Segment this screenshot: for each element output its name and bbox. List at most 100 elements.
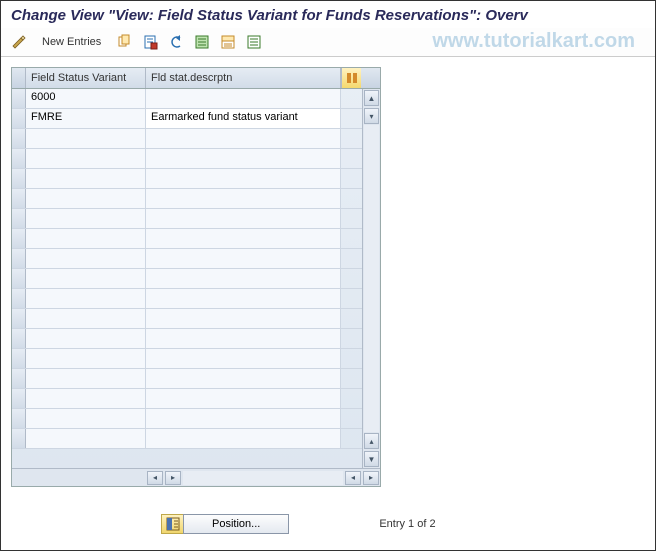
cell-desc[interactable]: [146, 429, 341, 448]
table-row[interactable]: [12, 389, 362, 409]
table-row[interactable]: [12, 269, 362, 289]
cell-variant[interactable]: [26, 129, 146, 148]
scroll-track[interactable]: [364, 125, 379, 432]
table-row[interactable]: [12, 149, 362, 169]
row-selector[interactable]: [12, 149, 26, 168]
table-row[interactable]: [12, 349, 362, 369]
cell-variant[interactable]: FMRE: [26, 109, 146, 128]
position-button[interactable]: Position...: [183, 514, 289, 534]
table-row[interactable]: [12, 169, 362, 189]
table-row[interactable]: 6000: [12, 89, 362, 109]
cell-desc[interactable]: [146, 189, 341, 208]
cell-variant[interactable]: [26, 309, 146, 328]
grid-rows: 6000 FMREEarmarked fund status variant: [12, 89, 362, 468]
cell-desc[interactable]: [146, 409, 341, 428]
cell-desc[interactable]: [146, 89, 341, 108]
cell-desc[interactable]: [146, 209, 341, 228]
cell-desc[interactable]: [146, 309, 341, 328]
cell-desc[interactable]: [146, 289, 341, 308]
copy-icon[interactable]: [114, 32, 134, 52]
row-selector[interactable]: [12, 209, 26, 228]
cell-desc[interactable]: [146, 229, 341, 248]
cell-variant[interactable]: [26, 209, 146, 228]
table-row[interactable]: [12, 129, 362, 149]
toggle-icon[interactable]: [9, 32, 29, 52]
table-row[interactable]: [12, 329, 362, 349]
row-selector[interactable]: [12, 289, 26, 308]
select-all-column[interactable]: [12, 68, 26, 88]
row-selector[interactable]: [12, 309, 26, 328]
scroll-right-icon[interactable]: ▸: [363, 471, 379, 485]
row-selector[interactable]: [12, 349, 26, 368]
cell-desc[interactable]: Earmarked fund status variant: [146, 109, 341, 128]
scroll-down-icon[interactable]: ▼: [364, 451, 379, 467]
entry-count-text: Entry 1 of 2: [379, 518, 435, 530]
cell-variant[interactable]: 6000: [26, 89, 146, 108]
new-entries-button[interactable]: New Entries: [35, 33, 108, 51]
select-all-icon[interactable]: [192, 32, 212, 52]
cell-desc[interactable]: [146, 149, 341, 168]
cell-variant[interactable]: [26, 289, 146, 308]
cell-variant[interactable]: [26, 409, 146, 428]
row-selector[interactable]: [12, 249, 26, 268]
deselect-all-icon[interactable]: [244, 32, 264, 52]
table-row[interactable]: [12, 309, 362, 329]
table-row[interactable]: [12, 229, 362, 249]
configure-columns-icon[interactable]: [341, 68, 361, 88]
table-row[interactable]: [12, 289, 362, 309]
cell-desc[interactable]: [146, 389, 341, 408]
table-row[interactable]: [12, 249, 362, 269]
vertical-scrollbar[interactable]: ▲ ▾ ▴ ▼: [362, 89, 380, 468]
cell-desc[interactable]: [146, 369, 341, 388]
cell-desc[interactable]: [146, 349, 341, 368]
cell-variant[interactable]: [26, 429, 146, 448]
row-selector[interactable]: [12, 129, 26, 148]
row-selector[interactable]: [12, 229, 26, 248]
row-selector[interactable]: [12, 89, 26, 108]
table-row[interactable]: FMREEarmarked fund status variant: [12, 109, 362, 129]
position-icon[interactable]: [161, 514, 183, 534]
scroll-up-icon[interactable]: ▲: [364, 90, 379, 106]
cell-desc[interactable]: [146, 269, 341, 288]
undo-icon[interactable]: [166, 32, 186, 52]
cell-variant[interactable]: [26, 349, 146, 368]
cell-variant[interactable]: [26, 269, 146, 288]
row-selector[interactable]: [12, 409, 26, 428]
row-selector[interactable]: [12, 329, 26, 348]
scroll-track-h[interactable]: [183, 471, 343, 485]
row-selector[interactable]: [12, 429, 26, 448]
row-selector[interactable]: [12, 169, 26, 188]
col-header-description[interactable]: Fld stat.descrptn: [146, 68, 341, 88]
scroll-left-step-icon[interactable]: ▸: [165, 471, 181, 485]
row-selector[interactable]: [12, 109, 26, 128]
cell-desc[interactable]: [146, 129, 341, 148]
cell-desc[interactable]: [146, 249, 341, 268]
cell-variant[interactable]: [26, 369, 146, 388]
row-selector[interactable]: [12, 269, 26, 288]
scroll-down-step-icon[interactable]: ▴: [364, 433, 379, 449]
delete-icon[interactable]: [140, 32, 160, 52]
table-row[interactable]: [12, 369, 362, 389]
cell-desc[interactable]: [146, 329, 341, 348]
cell-variant[interactable]: [26, 229, 146, 248]
table-row[interactable]: [12, 429, 362, 449]
scroll-up-step-icon[interactable]: ▾: [364, 108, 379, 124]
table-row[interactable]: [12, 209, 362, 229]
row-selector[interactable]: [12, 389, 26, 408]
scroll-left-icon[interactable]: ◂: [147, 471, 163, 485]
table-row[interactable]: [12, 409, 362, 429]
row-selector[interactable]: [12, 369, 26, 388]
select-block-icon[interactable]: [218, 32, 238, 52]
table-row[interactable]: [12, 189, 362, 209]
cell-variant[interactable]: [26, 189, 146, 208]
cell-variant[interactable]: [26, 249, 146, 268]
scroll-right-step-icon[interactable]: ◂: [345, 471, 361, 485]
row-selector[interactable]: [12, 189, 26, 208]
cell-desc[interactable]: [146, 169, 341, 188]
cell-variant[interactable]: [26, 169, 146, 188]
horizontal-scrollbar[interactable]: ◂ ▸ ◂ ▸: [12, 468, 380, 486]
col-header-variant[interactable]: Field Status Variant: [26, 68, 146, 88]
cell-variant[interactable]: [26, 329, 146, 348]
cell-variant[interactable]: [26, 389, 146, 408]
cell-variant[interactable]: [26, 149, 146, 168]
